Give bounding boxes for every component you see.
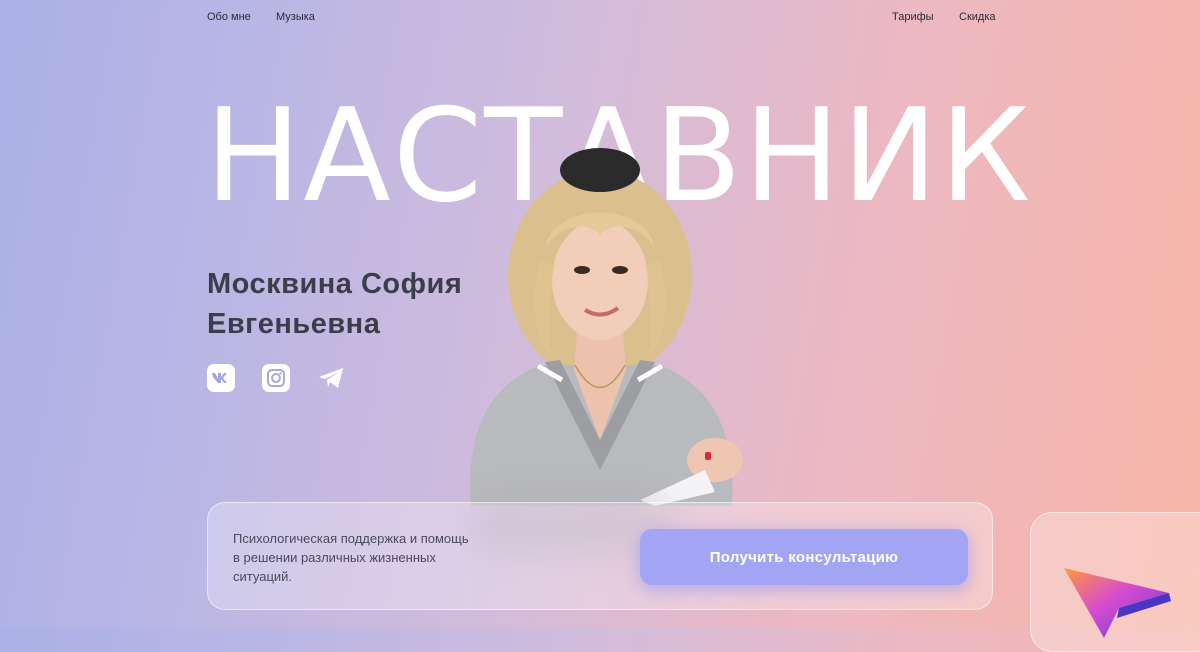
paper-plane-3d-icon xyxy=(1064,568,1171,638)
get-consultation-button[interactable]: Получить консультацию xyxy=(640,529,968,585)
telegram-link[interactable] xyxy=(317,364,345,392)
vk-icon xyxy=(207,364,235,392)
telegram-icon xyxy=(317,364,345,392)
info-panel: Психологическая поддержка и помощь в реш… xyxy=(207,502,993,610)
instagram-icon xyxy=(262,364,290,392)
mentor-photo xyxy=(450,140,790,506)
vk-link[interactable] xyxy=(207,364,235,392)
service-description: Психологическая поддержка и помощь в реш… xyxy=(233,531,469,584)
side-card xyxy=(1030,512,1200,652)
nav-link-discount[interactable]: Скидка xyxy=(959,10,996,24)
instagram-link[interactable] xyxy=(262,364,290,392)
nav-link-pricing[interactable]: Тарифы xyxy=(892,10,934,24)
nav-link-music[interactable]: Музыка xyxy=(276,10,315,24)
nav-link-about[interactable]: Обо мне xyxy=(207,10,251,24)
